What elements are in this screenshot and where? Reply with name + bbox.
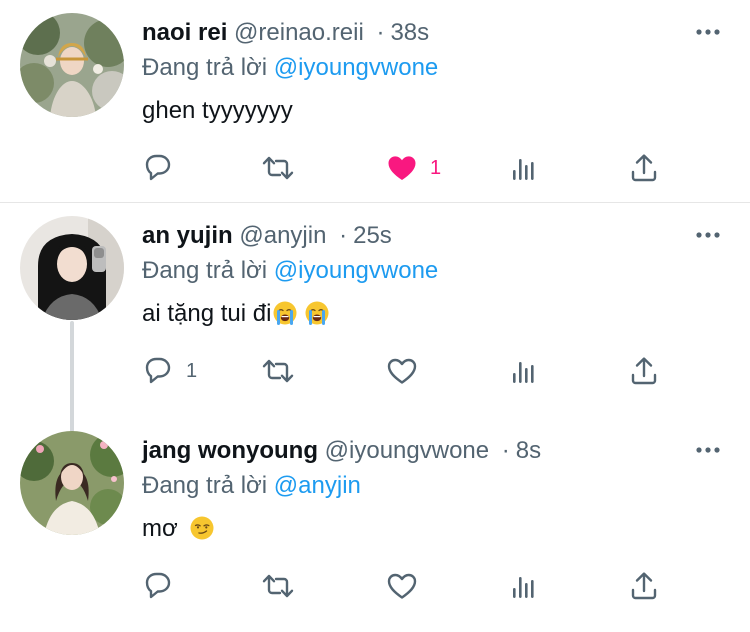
display-name[interactable]: naoi rei xyxy=(142,19,227,46)
reply-button[interactable] xyxy=(140,566,186,606)
tweet-text: ai tặng tui đi xyxy=(142,299,330,329)
like-button[interactable] xyxy=(384,566,430,606)
tweet-header: naoi rei @reinao.reii · 38s xyxy=(142,18,429,48)
dot-separator: · xyxy=(501,437,510,464)
like-button[interactable] xyxy=(384,351,430,391)
dot-separator: · xyxy=(376,19,385,46)
avatar[interactable] xyxy=(20,431,124,535)
user-handle[interactable]: @anyjin xyxy=(239,222,326,249)
tweet-text-content: ghen tyyyyyyy xyxy=(142,97,293,124)
like-button[interactable]: 1 xyxy=(384,148,441,188)
tweet-text-content: ai tặng tui đi xyxy=(142,300,272,327)
mention-link[interactable]: @iyoungvwone xyxy=(274,257,438,284)
retweet-icon xyxy=(262,359,294,383)
tweet-header: an yujin @anyjin · 25s xyxy=(142,221,392,251)
replying-to-label: Đang trả lời xyxy=(142,472,268,499)
reply-thread: naoi rei @reinao.reii · 38s Đang trả lời … xyxy=(0,0,750,632)
replying-to: Đang trả lời @anyjin xyxy=(142,471,361,501)
retweet-button[interactable] xyxy=(260,148,306,188)
avatar[interactable] xyxy=(20,13,124,117)
action-bar xyxy=(140,566,680,606)
dot-separator: · xyxy=(339,222,348,249)
timestamp[interactable]: 25s xyxy=(353,222,392,249)
more-options-icon[interactable] xyxy=(694,22,722,42)
loudly-crying-face-icon xyxy=(273,301,298,325)
share-icon xyxy=(631,357,657,385)
heart-filled-icon xyxy=(388,156,416,180)
action-bar: 1 xyxy=(140,148,680,188)
retweet-button[interactable] xyxy=(260,351,306,391)
heart-icon xyxy=(387,358,417,384)
tweet-item[interactable]: jang wonyoung @iyoungvwone · 8s Đang trả … xyxy=(0,418,750,632)
reply-button[interactable]: 1 xyxy=(140,351,197,391)
loudly-crying-face-icon xyxy=(305,301,330,325)
tweet-text-content: mơ xyxy=(142,515,178,542)
avatar[interactable] xyxy=(20,216,124,320)
tweet-header: jang wonyoung @iyoungvwone · 8s xyxy=(142,436,541,466)
reply-icon xyxy=(145,572,171,599)
like-count: 1 xyxy=(430,156,442,179)
views-chart-icon xyxy=(513,362,534,383)
action-bar: 1 xyxy=(140,351,680,391)
share-button[interactable] xyxy=(626,148,662,188)
reply-icon xyxy=(145,357,171,384)
thread-connector-line xyxy=(70,321,74,433)
smirking-face-icon xyxy=(190,516,215,540)
reply-icon xyxy=(145,154,171,181)
mention-link[interactable]: @anyjin xyxy=(274,472,361,499)
more-options-icon[interactable] xyxy=(694,225,722,245)
more-options-icon[interactable] xyxy=(694,440,722,460)
share-button[interactable] xyxy=(626,351,662,391)
views-button[interactable] xyxy=(506,566,542,606)
tweet-text: mơ xyxy=(142,514,215,544)
replying-to-label: Đang trả lời xyxy=(142,257,268,284)
display-name[interactable]: jang wonyoung xyxy=(142,437,318,464)
tweet-item[interactable]: naoi rei @reinao.reii · 38s Đang trả lời … xyxy=(0,0,750,203)
reply-count: 1 xyxy=(186,359,198,382)
replying-to-label: Đang trả lời xyxy=(142,54,268,81)
mention-link[interactable]: @iyoungvwone xyxy=(274,54,438,81)
user-handle[interactable]: @reinao.reii xyxy=(234,19,364,46)
share-button[interactable] xyxy=(626,566,662,606)
timestamp[interactable]: 38s xyxy=(390,19,429,46)
timestamp[interactable]: 8s xyxy=(516,437,541,464)
views-button[interactable] xyxy=(506,351,542,391)
share-icon xyxy=(631,154,657,182)
tweet-item[interactable]: an yujin @anyjin · 25s Đang trả lời @iyou… xyxy=(0,203,750,433)
share-icon xyxy=(631,572,657,600)
retweet-icon xyxy=(262,156,294,180)
views-button[interactable] xyxy=(506,148,542,188)
views-chart-icon xyxy=(513,159,534,180)
retweet-icon xyxy=(262,574,294,598)
views-chart-icon xyxy=(513,577,534,598)
replying-to: Đang trả lời @iyoungvwone xyxy=(142,53,438,83)
user-handle[interactable]: @iyoungvwone xyxy=(325,437,489,464)
replying-to: Đang trả lời @iyoungvwone xyxy=(142,256,438,286)
retweet-button[interactable] xyxy=(260,566,306,606)
heart-icon xyxy=(387,573,417,599)
display-name[interactable]: an yujin xyxy=(142,222,233,249)
reply-button[interactable] xyxy=(140,148,186,188)
tweet-text: ghen tyyyyyyy xyxy=(142,96,293,126)
